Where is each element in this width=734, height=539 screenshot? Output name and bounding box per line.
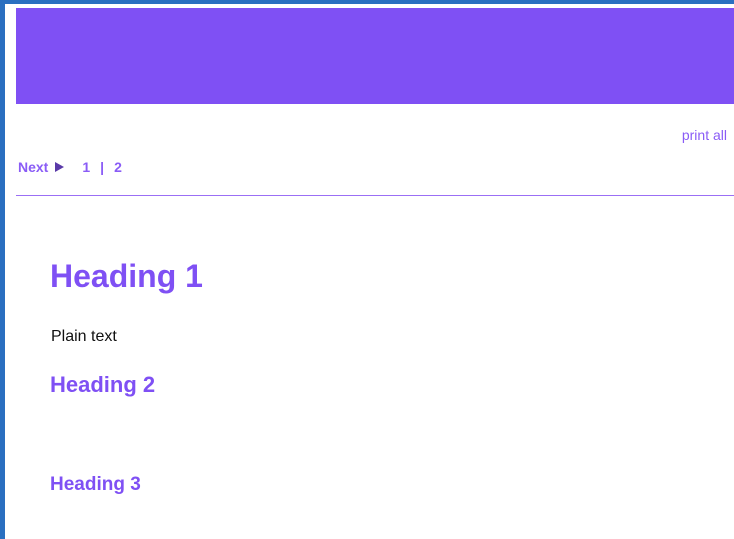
heading-2: Heading 2 — [50, 372, 156, 397]
next-link[interactable]: Next — [18, 159, 48, 175]
header-banner — [16, 8, 734, 104]
page-link-2[interactable]: 2 — [114, 159, 122, 175]
print-all-link[interactable]: print all — [682, 127, 727, 143]
heading-3: Heading 3 — [50, 474, 141, 495]
left-gutter — [5, 4, 16, 539]
divider-line — [16, 195, 734, 196]
heading-1: Heading 1 — [50, 258, 203, 294]
page-link-1[interactable]: 1 — [82, 159, 90, 175]
plain-text: Plain text — [51, 328, 117, 345]
pager-separator: | — [100, 159, 105, 175]
pagination: Next 1 | 2 — [18, 159, 122, 175]
play-arrow-icon[interactable] — [55, 162, 65, 172]
